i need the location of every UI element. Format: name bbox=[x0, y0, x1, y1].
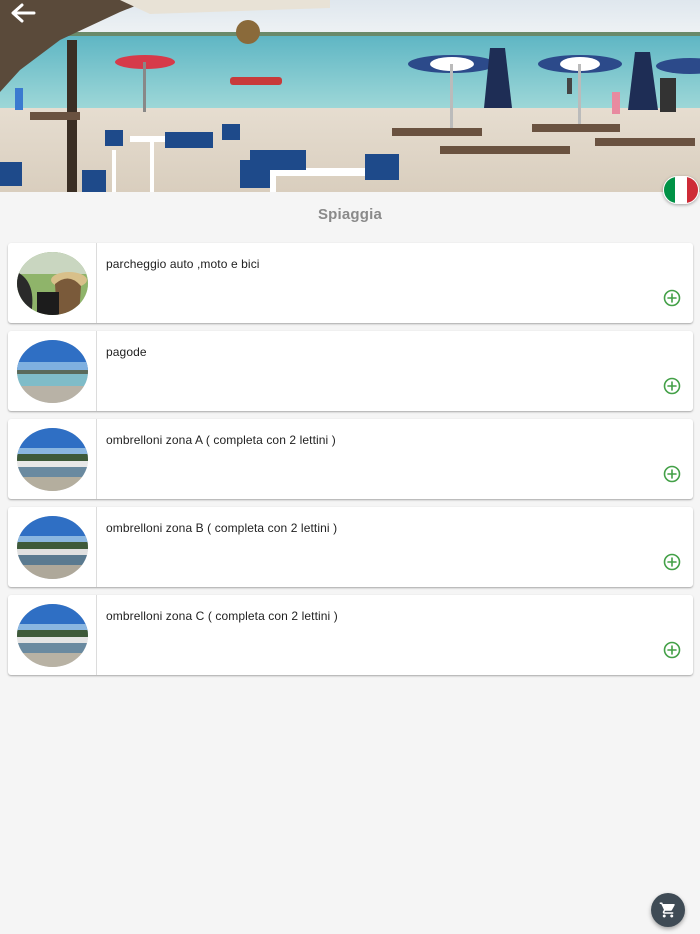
hero-beach-image bbox=[0, 0, 700, 192]
add-circle-icon bbox=[663, 553, 681, 571]
language-flag-italy[interactable] bbox=[663, 176, 699, 204]
thumb-cell bbox=[8, 331, 97, 411]
item-thumbnail bbox=[16, 251, 88, 315]
item-thumbnail bbox=[16, 427, 88, 491]
item-thumbnail bbox=[16, 339, 88, 403]
thumb-cell bbox=[8, 419, 97, 499]
add-circle-icon bbox=[663, 465, 681, 483]
item-label: ombrelloni zona C ( completa con 2 letti… bbox=[106, 609, 338, 623]
flag-green-stripe bbox=[664, 177, 676, 203]
item-label: ombrelloni zona A ( completa con 2 letti… bbox=[106, 433, 336, 447]
list-item[interactable]: parcheggio auto ,moto e bici bbox=[8, 243, 693, 323]
add-button[interactable] bbox=[663, 553, 681, 571]
item-thumbnail bbox=[16, 515, 88, 579]
list-item[interactable]: ombrelloni zona A ( completa con 2 letti… bbox=[8, 419, 693, 499]
list-item[interactable]: ombrelloni zona B ( completa con 2 letti… bbox=[8, 507, 693, 587]
list-item[interactable]: ombrelloni zona C ( completa con 2 letti… bbox=[8, 595, 693, 675]
item-thumbnail bbox=[16, 603, 88, 667]
add-circle-icon bbox=[663, 377, 681, 395]
item-label: parcheggio auto ,moto e bici bbox=[106, 257, 260, 271]
flag-red-stripe bbox=[686, 177, 698, 203]
flag-white-stripe bbox=[675, 177, 687, 203]
thumb-cell bbox=[8, 507, 97, 587]
page: Spiaggia parcheggio auto ,moto e bici pa… bbox=[0, 0, 700, 934]
thumb-cell bbox=[8, 243, 97, 323]
add-circle-icon bbox=[663, 289, 681, 307]
add-button[interactable] bbox=[663, 641, 681, 659]
cart-button[interactable] bbox=[651, 893, 685, 927]
thumb-cell bbox=[8, 595, 97, 675]
add-circle-icon bbox=[663, 641, 681, 659]
item-label: ombrelloni zona B ( completa con 2 letti… bbox=[106, 521, 338, 535]
item-label: pagode bbox=[106, 345, 147, 359]
section-title: Spiaggia bbox=[317, 206, 383, 223]
shopping-cart-icon bbox=[659, 902, 675, 918]
add-button[interactable] bbox=[663, 377, 681, 395]
add-button[interactable] bbox=[663, 465, 681, 483]
list-item[interactable]: pagode bbox=[8, 331, 693, 411]
back-button[interactable] bbox=[6, 0, 40, 26]
add-button[interactable] bbox=[663, 289, 681, 307]
service-list: parcheggio auto ,moto e bici pagode ombr… bbox=[8, 243, 693, 683]
arrow-left-icon bbox=[11, 3, 36, 23]
